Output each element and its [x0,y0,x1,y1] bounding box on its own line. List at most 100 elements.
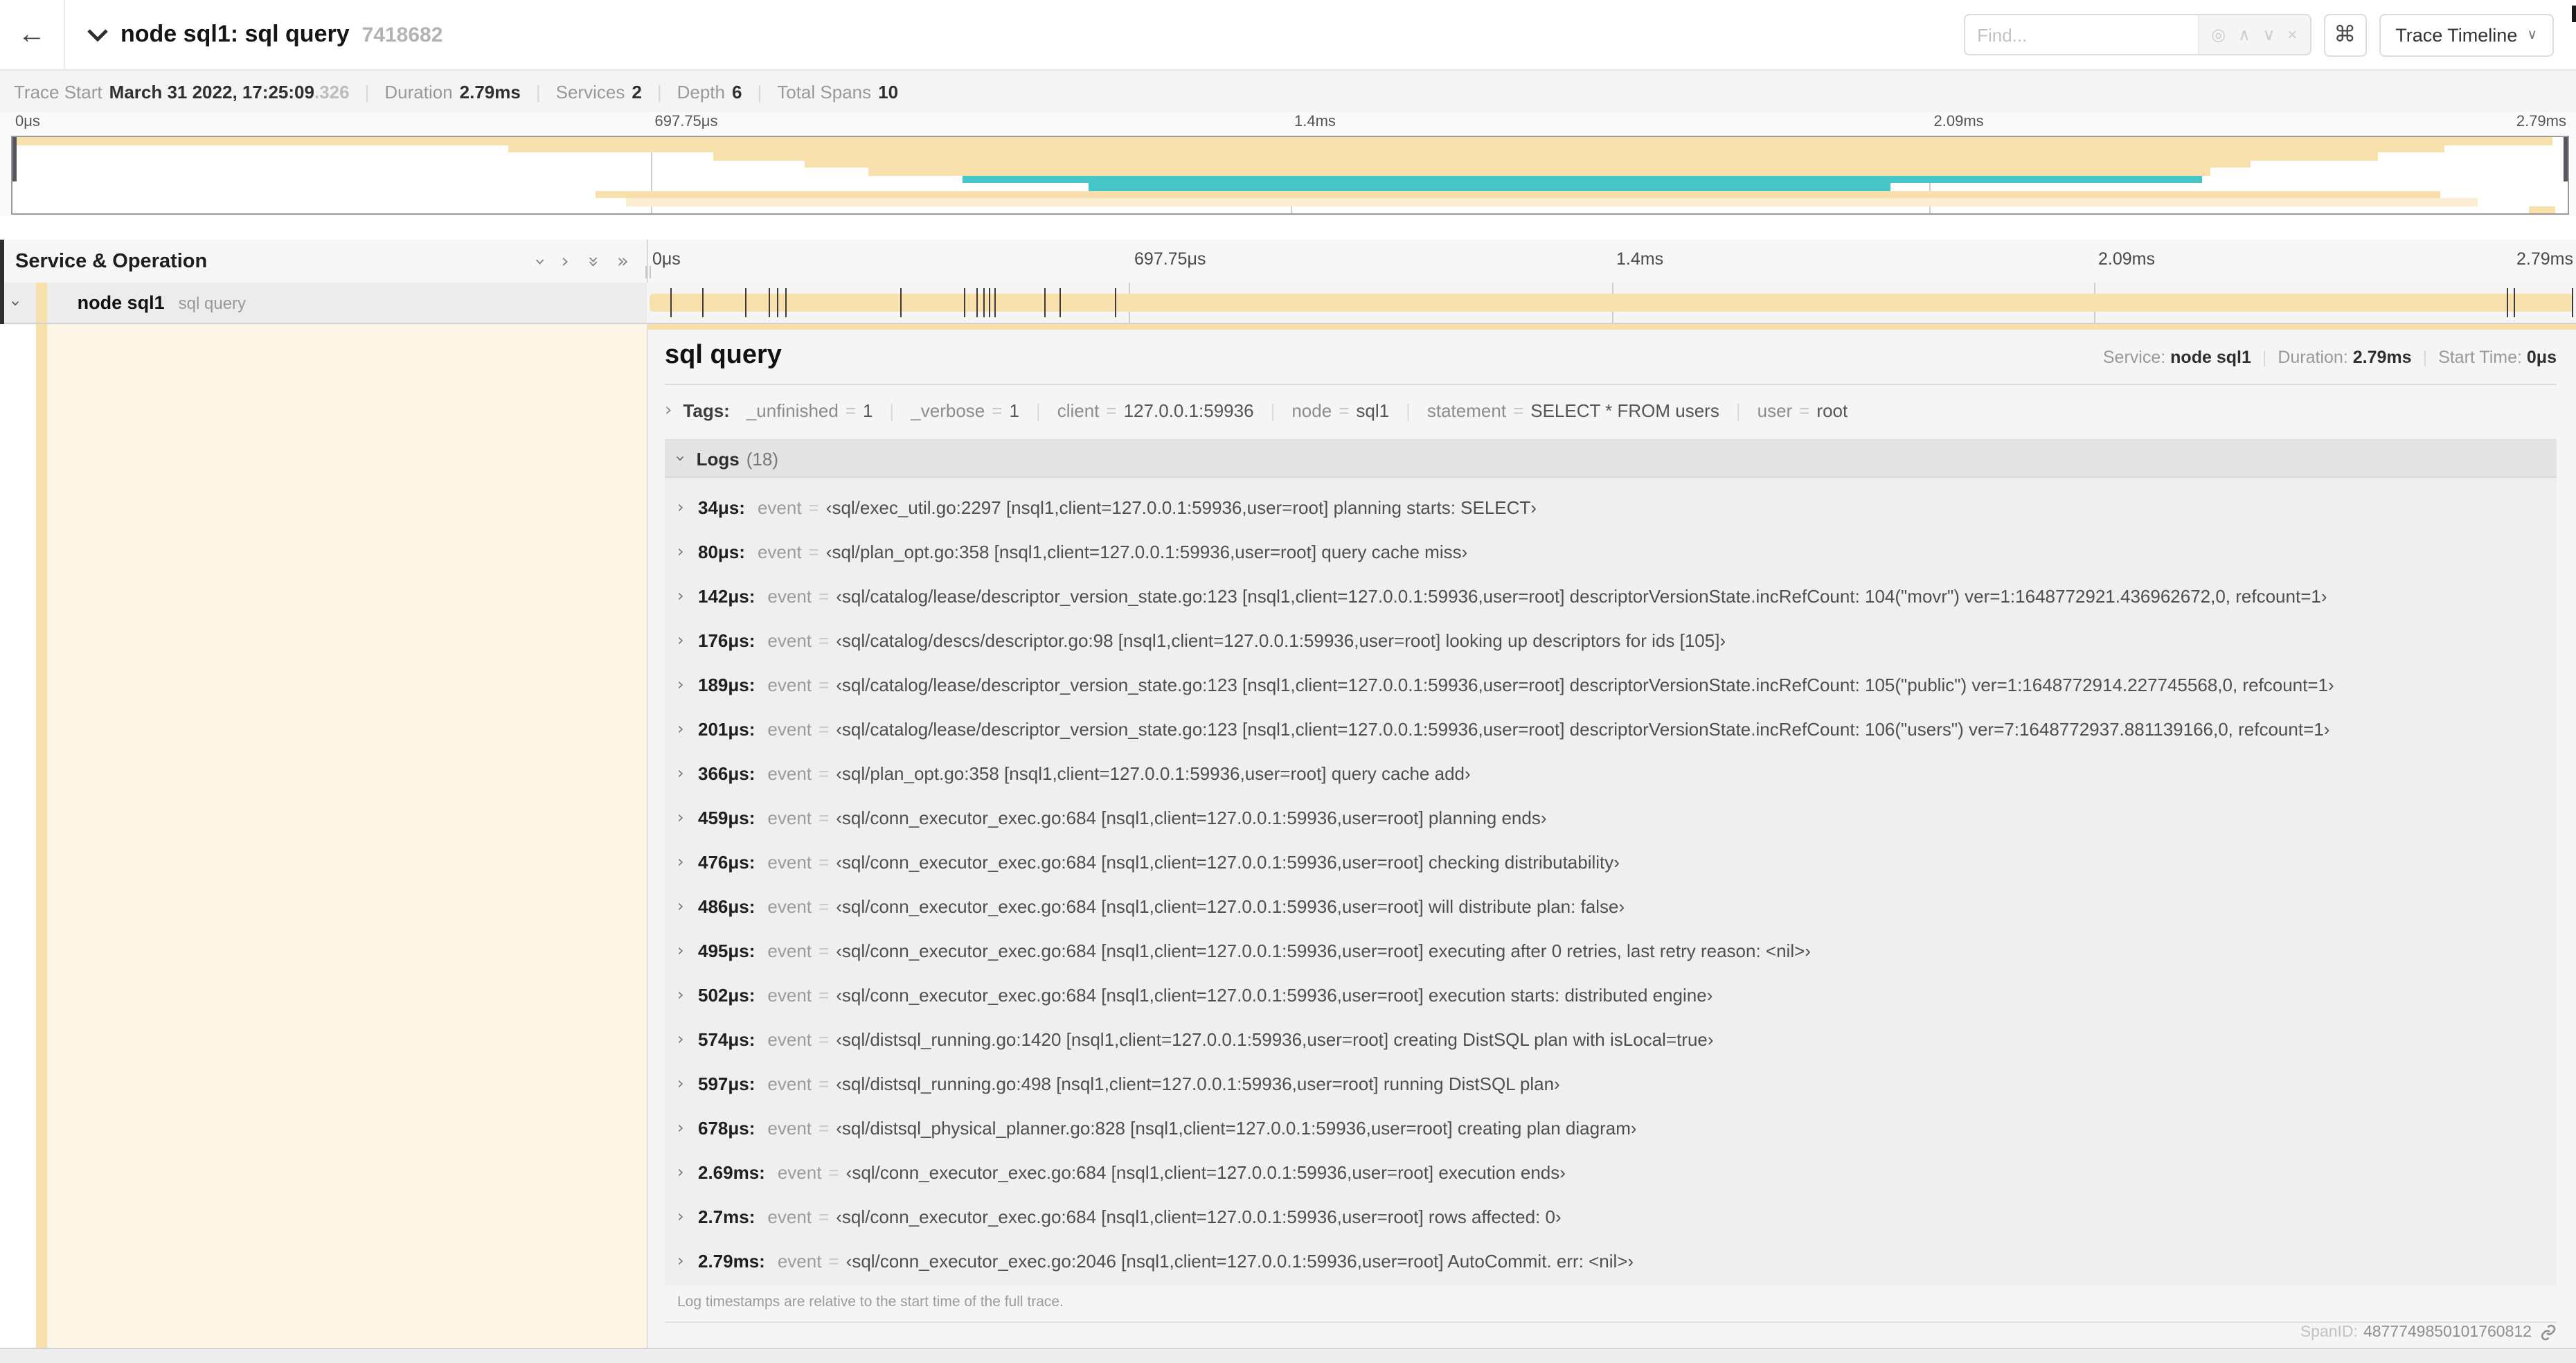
expand-one-icon[interactable]: › [561,251,569,271]
equals-sign: = [819,1117,830,1138]
log-marker[interactable] [2507,288,2509,317]
trace-info-label: Trace Start [14,81,102,102]
log-row[interactable]: › 176μs: event = ‹sql/catalog/descs/descript… [665,618,2557,662]
log-row[interactable]: › 201μs: event = ‹sql/catalog/lease/descript… [665,706,2557,751]
span-duration-bar[interactable] [650,294,2573,312]
span-row[interactable]: › node sql1 sql query [0,283,2576,324]
tags-expand-chevron-icon[interactable]: › [665,400,672,421]
log-marker[interactable] [701,288,704,317]
span-operation-name: sql query [178,293,247,312]
collapse-trace-chevron-icon[interactable] [87,28,108,41]
log-expand-chevron-icon[interactable]: › [677,542,698,561]
trace-info-item: Trace Start March 31 2022, 17:25:09.326 [14,81,350,102]
log-row[interactable]: › 574μs: event = ‹sql/distsql_running.go:142… [665,1017,2557,1061]
equals-sign: = [1106,400,1117,421]
span-detail-header: sql query Service: node sql1 | Duration: 2… [665,341,2557,371]
log-row[interactable]: › 2.79ms: event = ‹sql/conn_executor_exec.go… [665,1238,2557,1283]
collapse-all-icon[interactable]: » [582,255,604,267]
minimap-tick-label: 2.09ms [1933,114,1984,130]
log-row[interactable]: › 189μs: event = ‹sql/catalog/lease/descript… [665,662,2557,706]
log-expand-chevron-icon[interactable]: › [677,941,698,960]
equals-sign: = [819,807,830,828]
log-row[interactable]: › 678μs: event = ‹sql/distsql_physical_plann… [665,1105,2557,1150]
view-selector-button[interactable]: Trace Timeline ∨ [2379,13,2554,56]
log-marker[interactable] [2514,288,2515,317]
log-row[interactable]: › 459μs: event = ‹sql/conn_executor_exec.go:… [665,795,2557,839]
find-clear-icon[interactable]: × [2287,25,2297,44]
log-row[interactable]: › 80μs: event = ‹sql/plan_opt.go:358 [nsql1,… [665,529,2557,573]
page-header: ← node sql1: sql query 7418682 ◎ ∧ ∨ × ⌘… [0,0,2576,71]
log-marker[interactable] [1059,288,1062,317]
log-marker[interactable] [964,288,966,317]
divider: | [889,400,895,421]
equals-sign: = [808,497,819,517]
log-marker[interactable] [670,288,672,317]
log-expand-chevron-icon[interactable]: › [677,985,698,1004]
log-expand-chevron-icon[interactable]: › [677,497,698,517]
minimap-left-scrubber[interactable] [12,137,17,181]
divider: | [1035,400,1041,421]
log-row[interactable]: › 495μs: event = ‹sql/conn_executor_exec.go:… [665,928,2557,972]
log-marker[interactable] [976,288,978,317]
log-expand-chevron-icon[interactable]: › [677,630,698,650]
log-marker[interactable] [777,288,779,317]
horizontal-scrollbar[interactable] [0,1348,2576,1363]
log-expand-chevron-icon[interactable]: › [677,808,698,827]
scrollbar-thumb[interactable] [2572,6,2576,22]
log-expand-chevron-icon[interactable]: › [677,675,698,694]
log-marker[interactable] [900,288,902,317]
log-row[interactable]: › 486μs: event = ‹sql/conn_executor_exec.go:… [665,884,2557,928]
log-marker[interactable] [1115,288,1117,317]
span-collapse-chevron-icon[interactable]: › [6,299,26,306]
log-marker[interactable] [994,288,996,317]
log-expand-chevron-icon[interactable]: › [677,586,698,605]
log-marker[interactable] [744,288,746,317]
log-expand-chevron-icon[interactable]: › [677,896,698,916]
log-row[interactable]: › 34μs: event = ‹sql/exec_util.go:2297 [nsql… [665,485,2557,529]
copy-link-icon[interactable] [2540,1324,2557,1341]
log-expand-chevron-icon[interactable]: › [677,719,698,738]
log-marker[interactable] [785,288,787,317]
logs-header[interactable]: › Logs (18) [665,440,2557,476]
span-name-cell[interactable]: › node sql1 sql query [0,283,647,323]
log-marker[interactable] [2572,288,2574,317]
find-input[interactable] [1965,15,2198,54]
find-next-icon[interactable]: ∨ [2263,25,2275,44]
keyboard-shortcuts-button[interactable]: ⌘ [2323,13,2367,56]
log-expand-chevron-icon[interactable]: › [677,1206,698,1226]
log-expand-chevron-icon[interactable]: › [677,1029,698,1049]
logs-collapse-chevron-icon[interactable]: › [671,455,690,462]
log-row[interactable]: › 597μs: event = ‹sql/distsql_running.go:498… [665,1061,2557,1105]
log-row[interactable]: › 2.69ms: event = ‹sql/conn_executor_exec.go… [665,1150,2557,1194]
log-row[interactable]: › 476μs: event = ‹sql/conn_executor_exec.go:… [665,839,2557,884]
log-expand-chevron-icon[interactable]: › [677,1162,698,1182]
log-expand-chevron-icon[interactable]: › [677,1118,698,1137]
log-expand-chevron-icon[interactable]: › [677,1074,698,1093]
log-row[interactable]: › 502μs: event = ‹sql/conn_executor_exec.go:… [665,972,2557,1017]
log-marker[interactable] [983,288,985,317]
expand-all-icon[interactable]: » [617,251,629,271]
span-track[interactable] [647,283,2576,323]
minimap-right-scrubber[interactable] [2564,137,2568,181]
log-expand-chevron-icon[interactable]: › [677,852,698,871]
find-prev-icon[interactable]: ∧ [2238,25,2251,44]
focus-target-icon[interactable]: ◎ [2211,25,2226,44]
minimap-span-bar [508,145,2445,152]
logs-count: (18) [746,448,778,469]
minimap-span-bar [868,168,2210,175]
detail-meta-label: Service: [2102,348,2171,367]
log-row[interactable]: › 2.7ms: event = ‹sql/conn_executor_exec.go:… [665,1194,2557,1238]
log-expand-chevron-icon[interactable]: › [677,1251,698,1270]
tags-label: Tags: [683,400,730,421]
log-marker[interactable] [989,288,991,317]
back-button[interactable]: ← [0,0,65,69]
log-row[interactable]: › 366μs: event = ‹sql/plan_opt.go:358 [nsql1… [665,751,2557,795]
tags-row[interactable]: › Tags: _unfinished = 1 | _verbose = 1 | client =… [665,400,2557,421]
minimap-canvas[interactable] [11,136,2569,215]
log-expand-chevron-icon[interactable]: › [677,763,698,783]
collapse-one-icon[interactable]: › [528,257,551,265]
log-marker[interactable] [1044,288,1046,317]
log-marker[interactable] [768,288,770,317]
log-row[interactable]: › 142μs: event = ‹sql/catalog/lease/descript… [665,573,2557,618]
divider: | [364,81,370,102]
